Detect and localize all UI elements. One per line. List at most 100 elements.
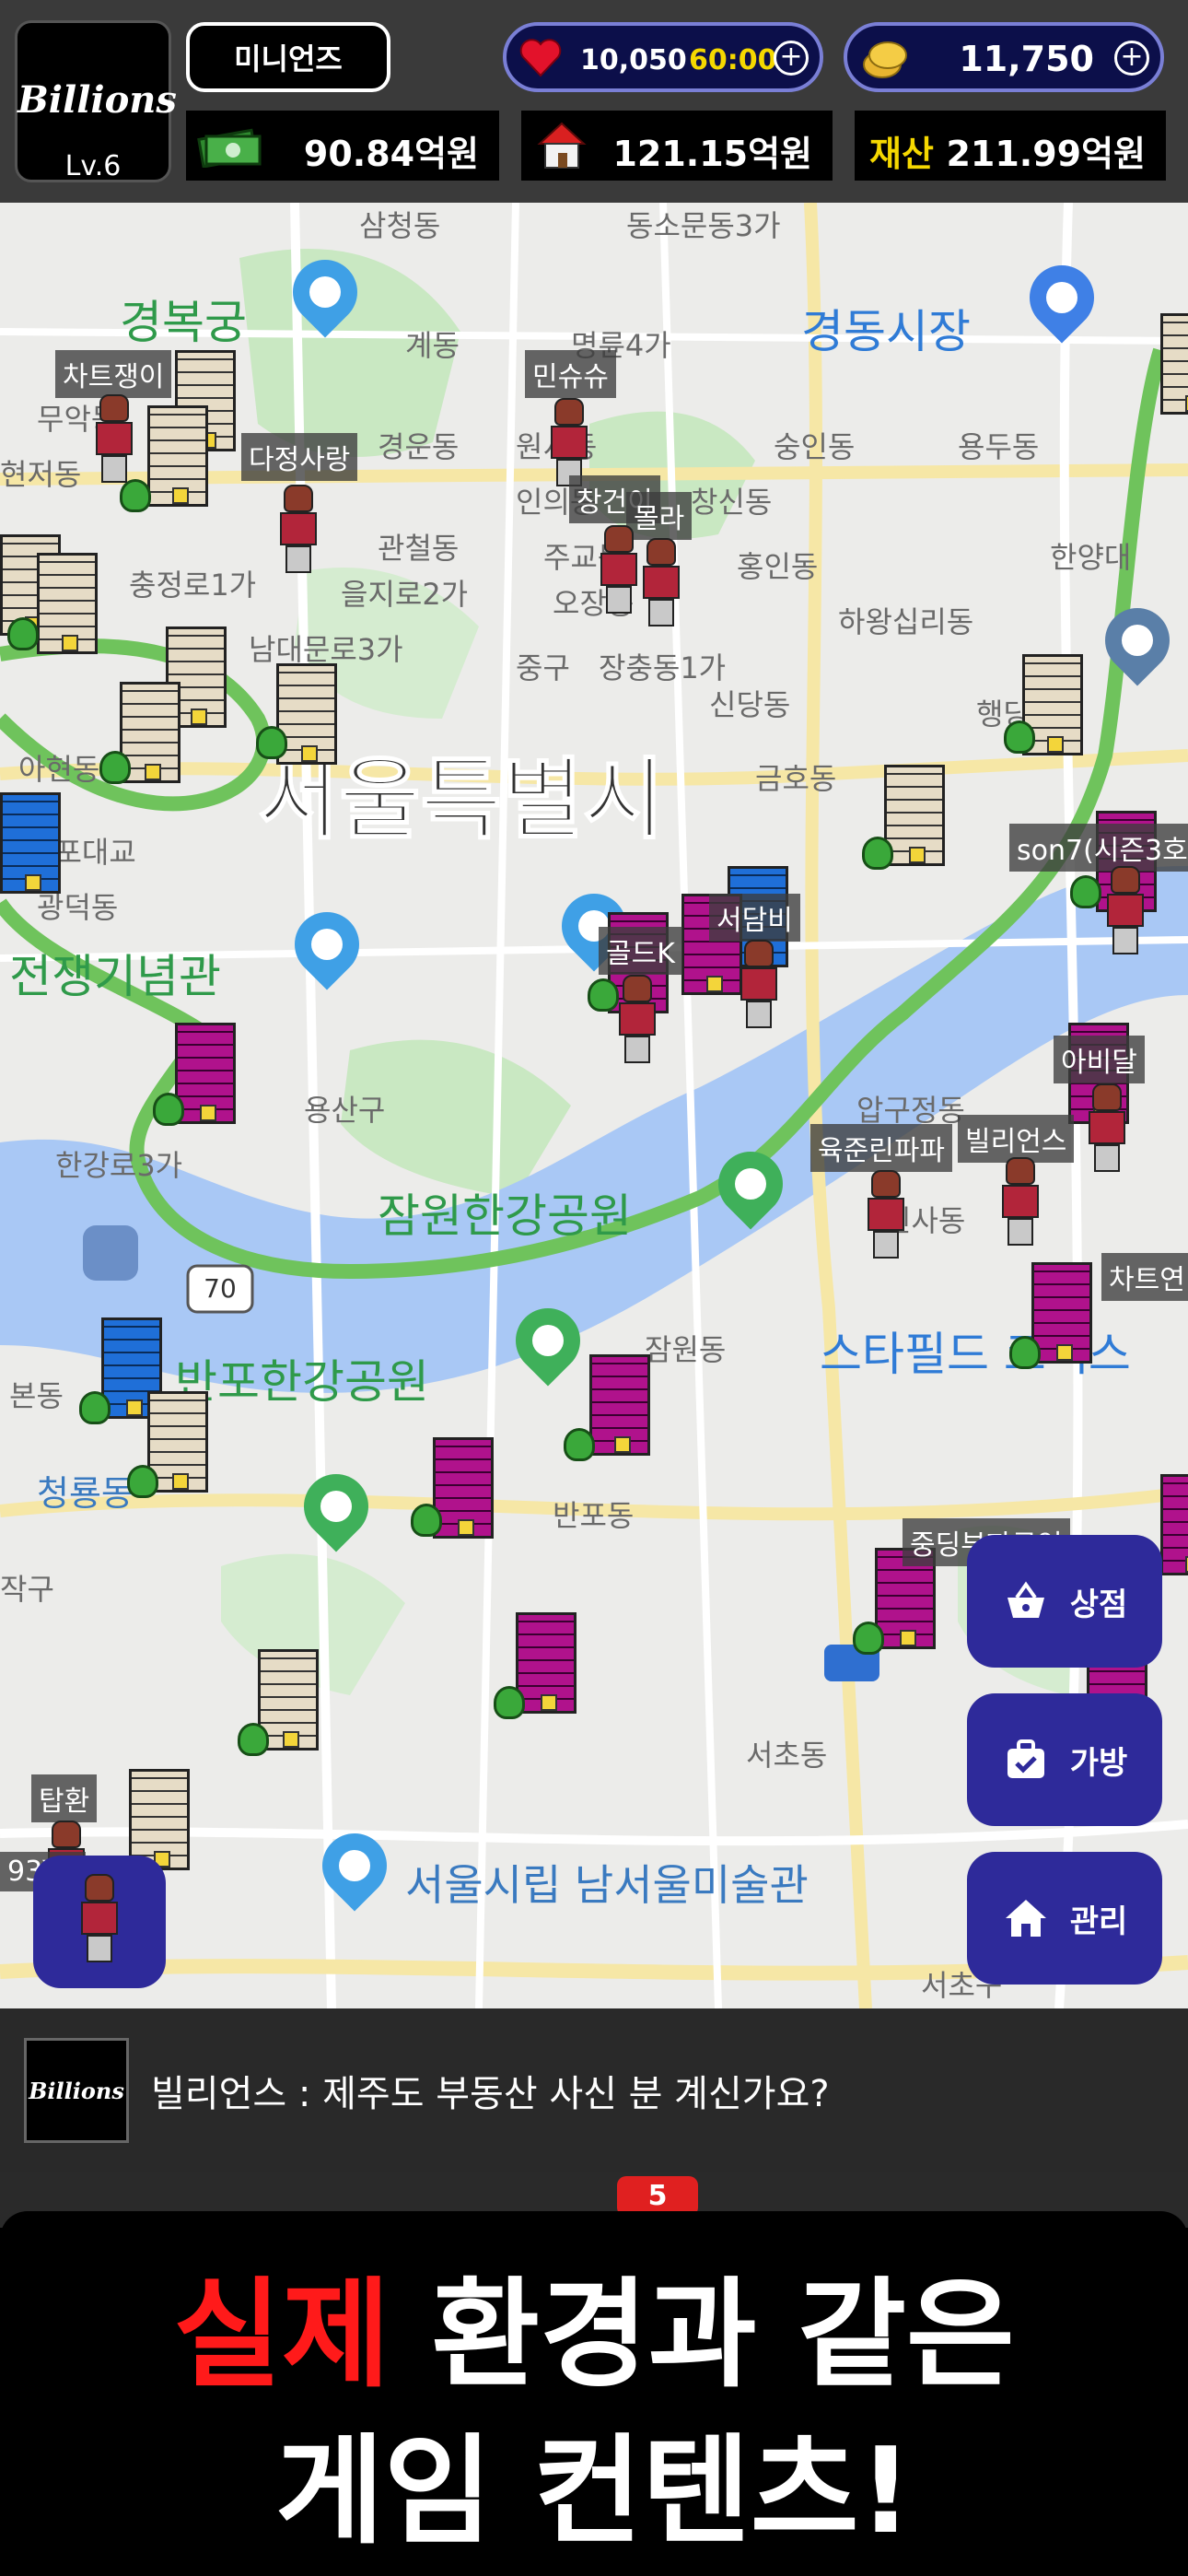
building[interactable] bbox=[37, 553, 98, 654]
app-logo: Billions bbox=[17, 78, 177, 122]
coins-counter[interactable]: 11,750 + bbox=[844, 22, 1164, 92]
place-label: 창신동 bbox=[691, 485, 773, 520]
coins-icon bbox=[863, 41, 907, 78]
place-label: 잠원동 bbox=[645, 1332, 727, 1367]
chat-logo: Billions bbox=[24, 2038, 129, 2143]
player-nickname[interactable]: 미니언즈 bbox=[186, 22, 390, 92]
shopping-basket-icon bbox=[1007, 1581, 1044, 1618]
tree-icon bbox=[494, 1686, 525, 1719]
tree-icon bbox=[853, 1622, 884, 1655]
manage-label: 관리 bbox=[1069, 1903, 1128, 1940]
place-label: 관철동 bbox=[378, 531, 460, 566]
player-name-tag[interactable]: son7(시즌3호 bbox=[1009, 824, 1188, 872]
building[interactable] bbox=[0, 792, 61, 894]
place-label: 계동 bbox=[405, 328, 460, 363]
player-name-tag[interactable]: 차트연 bbox=[1101, 1253, 1188, 1301]
place-label: 신당동 bbox=[709, 687, 791, 722]
player-avatar[interactable] bbox=[866, 1170, 906, 1262]
player-avatar[interactable] bbox=[1000, 1157, 1041, 1249]
add-hearts-icon[interactable]: + bbox=[774, 41, 809, 76]
tree-icon bbox=[1070, 875, 1101, 908]
player-name-tag[interactable]: 민슈슈 bbox=[525, 350, 616, 398]
tree-icon bbox=[99, 751, 131, 784]
promo-highlight: 실제 bbox=[173, 2266, 390, 2404]
place-label: 홍인동 bbox=[737, 549, 819, 584]
player-name-tag[interactable]: 탑환 bbox=[31, 1774, 98, 1822]
total-assets-stat: 재산 211.99억원 bbox=[855, 111, 1166, 181]
place-label: 경복궁 bbox=[120, 296, 247, 349]
place-label: 충정로1가 bbox=[129, 568, 257, 603]
my-avatar-button[interactable] bbox=[33, 1856, 166, 1988]
player-name-tag[interactable]: 빌리언스 bbox=[958, 1115, 1075, 1163]
top-status-bar: Billions Lv.6 미니언즈 10,050 60:00 + 11,750… bbox=[0, 0, 1188, 203]
tree-icon bbox=[862, 837, 893, 870]
briefcase-icon bbox=[1007, 1739, 1044, 1778]
cash-stat: 90.84억원 bbox=[186, 111, 499, 181]
player-avatar[interactable] bbox=[94, 394, 134, 486]
building[interactable] bbox=[589, 1354, 650, 1456]
total-assets-value: 211.99억원 bbox=[946, 134, 1146, 174]
place-label: 용산구 bbox=[304, 1093, 386, 1128]
road-number-text: 70 bbox=[204, 1273, 237, 1304]
place-label: 잠원한강공원 bbox=[378, 1189, 632, 1243]
tree-icon bbox=[127, 1465, 158, 1498]
player-avatar[interactable] bbox=[1087, 1083, 1127, 1176]
player-name-tag[interactable]: 차트쟁이 bbox=[55, 350, 172, 398]
building[interactable] bbox=[1031, 1262, 1092, 1364]
building[interactable] bbox=[516, 1612, 577, 1714]
player-avatar[interactable] bbox=[641, 538, 681, 630]
player-name-tag[interactable]: 아비달 bbox=[1054, 1036, 1145, 1083]
tree-icon bbox=[256, 726, 287, 759]
place-label: 아현동 bbox=[18, 752, 100, 787]
place-label: 한강로3가 bbox=[55, 1148, 183, 1183]
player-avatar[interactable] bbox=[739, 940, 779, 1032]
place-label: 전쟁기념관 bbox=[9, 950, 221, 1003]
real-estate-stat: 121.15억원 bbox=[521, 111, 833, 181]
tree-icon bbox=[79, 1391, 111, 1424]
player-avatar[interactable] bbox=[599, 525, 639, 617]
place-label: 하왕십리동 bbox=[838, 604, 974, 639]
player-name-tag[interactable]: 육준린파파 bbox=[810, 1124, 952, 1172]
player-avatar[interactable] bbox=[278, 485, 319, 577]
coins-value: 11,750 bbox=[959, 39, 1094, 79]
profile-logo-button[interactable]: Billions Lv.6 bbox=[15, 20, 177, 182]
building[interactable] bbox=[1160, 1474, 1188, 1575]
place-label: 작구 bbox=[0, 1572, 54, 1607]
shop-label: 상점 bbox=[1069, 1586, 1128, 1623]
home-icon bbox=[1005, 1900, 1046, 1937]
place-label: 동소문동3가 bbox=[626, 208, 781, 243]
place-label: 현저동 bbox=[0, 457, 82, 492]
place-label: 경동시장 bbox=[801, 305, 971, 358]
chat-message: 빌리언스 : 제주도 부동산 사신 분 계신가요? bbox=[151, 2073, 830, 2115]
player-name-tag[interactable]: 골드K bbox=[599, 927, 682, 975]
bag-button[interactable]: 가방 bbox=[967, 1693, 1162, 1826]
place-label: 한양대 bbox=[1050, 540, 1132, 575]
chat-ticker[interactable]: Billions 빌리언스 : 제주도 부동산 사신 분 계신가요? bbox=[0, 2008, 1188, 2172]
manage-button[interactable]: 관리 bbox=[967, 1852, 1162, 1985]
hearts-counter[interactable]: 10,050 60:00 + bbox=[503, 22, 823, 92]
place-label: 숭인동 bbox=[774, 429, 856, 464]
place-label: 반포한강공원 bbox=[175, 1355, 429, 1409]
total-assets-label: 재산 bbox=[869, 134, 934, 174]
promo-headline-1-rest: 환경과 같은 bbox=[390, 2266, 1015, 2404]
place-label: 용두동 bbox=[958, 429, 1040, 464]
place-label: 서울시립 남서울미술관 bbox=[405, 1860, 809, 1910]
player-avatar[interactable] bbox=[617, 975, 658, 1067]
place-label: 본동 bbox=[9, 1378, 64, 1413]
place-label: 청룡동 bbox=[37, 1473, 134, 1514]
promo-headline-1: 실제 환경과 같은 bbox=[0, 2239, 1188, 2409]
shop-button[interactable]: 상점 bbox=[967, 1535, 1162, 1668]
player-level: Lv.6 bbox=[64, 150, 122, 182]
player-avatar[interactable] bbox=[1105, 866, 1146, 958]
real-estate-value: 121.15억원 bbox=[612, 134, 812, 174]
player-name-tag[interactable]: 다정사랑 bbox=[241, 433, 358, 481]
tree-icon bbox=[411, 1504, 442, 1537]
add-coins-icon[interactable]: + bbox=[1114, 41, 1149, 76]
building[interactable] bbox=[147, 405, 208, 507]
game-map[interactable]: 70 서울특별시 삼청동 동소문동3가 경복궁 계동 명륜4가 경동시장 무악동… bbox=[0, 203, 1188, 2008]
tree-icon bbox=[7, 617, 39, 650]
building[interactable] bbox=[1160, 313, 1188, 415]
place-label: 삼청동 bbox=[359, 208, 441, 243]
tree-icon bbox=[564, 1428, 595, 1461]
player-name-tag[interactable]: 서담비 bbox=[709, 894, 800, 942]
